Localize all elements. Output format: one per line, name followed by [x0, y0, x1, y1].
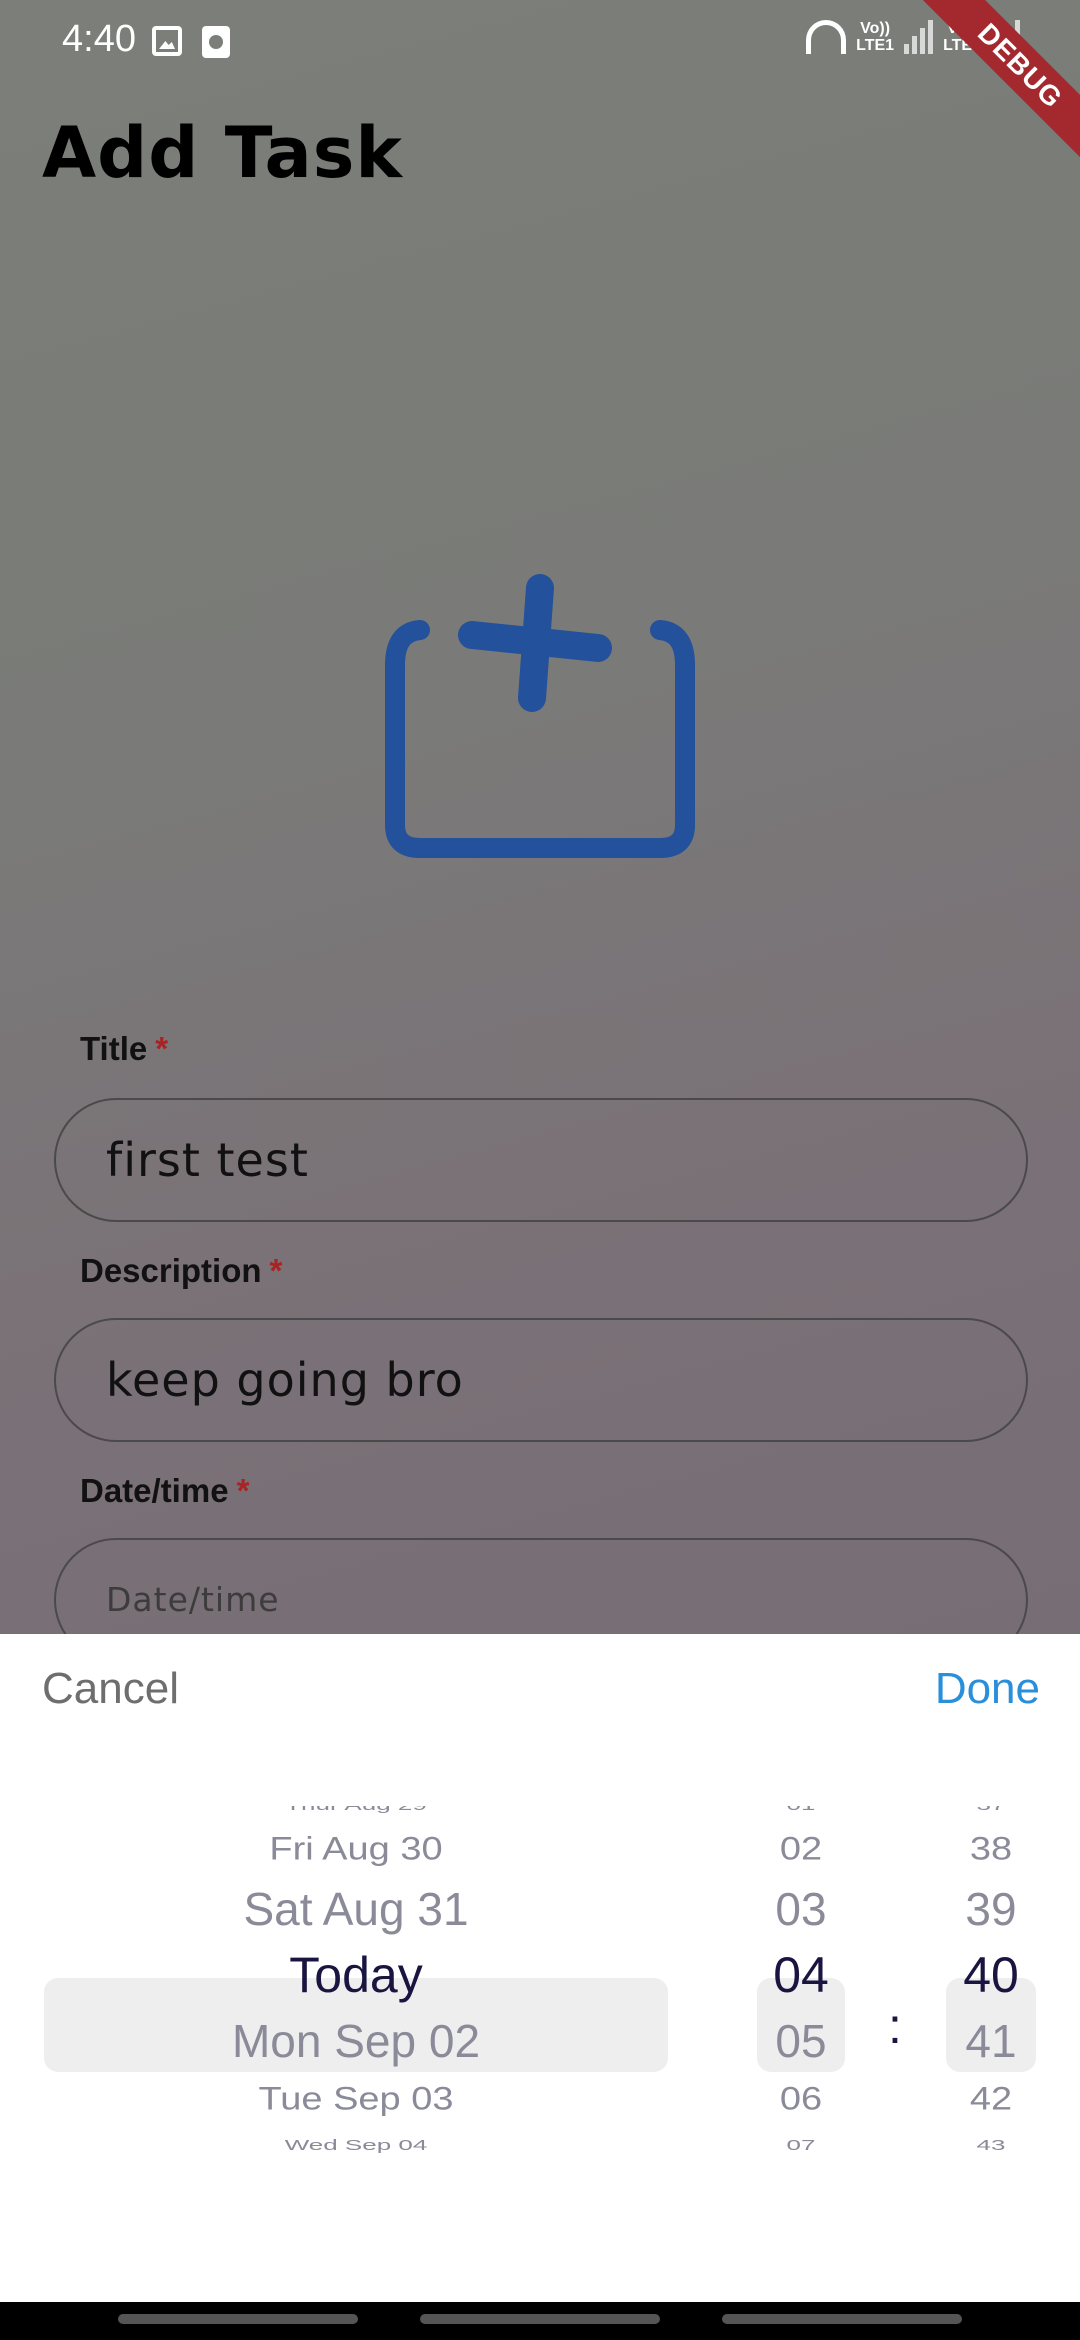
date-option[interactable]: Mon Sep 02	[44, 2014, 668, 2068]
datetime-picker-sheet: Cancel Done Thur Aug 29 Fri Aug 30 Sat Aug…	[0, 1634, 1080, 2302]
sim1-indicator: Vo)) LTE1	[856, 20, 894, 54]
add-task-screen: 4:40 Vo))LTE1 Vo))LTE2 DEBUG Add Task Ti…	[0, 0, 1080, 1634]
datetime-label-text: Date/time	[80, 1472, 229, 1509]
hour-option[interactable]: 07	[742, 2137, 860, 2154]
hour-wheel[interactable]: 01 02 03 04 05 06 07	[742, 1806, 860, 2236]
status-bar: 4:40 Vo))LTE1 Vo))LTE2 DEBUG	[0, 0, 1080, 174]
date-option[interactable]: Today	[44, 1946, 668, 2004]
minute-option[interactable]: 42	[931, 2081, 1051, 2118]
date-option[interactable]: Fri Aug 30	[44, 1831, 668, 1868]
navigation-bar	[0, 2302, 1080, 2340]
hour-option[interactable]: 02	[742, 1831, 860, 1868]
sim1-label: LTE1	[856, 37, 895, 54]
required-mark: *	[236, 1472, 250, 1509]
minute-wheel[interactable]: 37 38 39 40 41 42 43	[931, 1806, 1051, 2236]
minute-option[interactable]: 43	[931, 2137, 1051, 2154]
title-input[interactable]: first test	[54, 1098, 1028, 1222]
hour-option[interactable]: 01	[742, 1806, 860, 1814]
title-label: Title *	[80, 1030, 168, 1068]
cancel-button[interactable]: Cancel	[42, 1664, 179, 1714]
volte-label: Vo))	[860, 20, 891, 37]
page-title: Add Task	[42, 112, 403, 194]
add-task-icon	[385, 574, 695, 858]
hour-option[interactable]: 04	[742, 1946, 860, 2004]
nav-handle[interactable]	[118, 2314, 358, 2324]
nav-handle[interactable]	[722, 2314, 962, 2324]
done-button[interactable]: Done	[935, 1664, 1040, 1714]
title-label-text: Title	[80, 1030, 148, 1067]
required-mark: *	[269, 1252, 283, 1289]
date-option[interactable]: Tue Sep 03	[44, 2081, 668, 2118]
minute-option[interactable]: 38	[931, 1831, 1051, 1868]
signal-icon	[904, 20, 934, 54]
description-input[interactable]: keep going bro	[54, 1318, 1028, 1442]
description-label: Description *	[80, 1252, 282, 1290]
minute-option[interactable]: 40	[931, 1946, 1051, 2004]
minute-option[interactable]: 37	[931, 1806, 1051, 1814]
nav-handle[interactable]	[420, 2314, 660, 2324]
datetime-label: Date/time *	[80, 1472, 249, 1510]
date-option[interactable]: Thur Aug 29	[44, 1806, 668, 1814]
description-label-text: Description	[80, 1252, 262, 1289]
wifi-icon	[806, 20, 847, 54]
minute-option[interactable]: 39	[931, 1882, 1051, 1936]
date-option[interactable]: Sat Aug 31	[44, 1882, 668, 1936]
hour-option[interactable]: 05	[742, 2014, 860, 2068]
clock-notification-icon	[202, 26, 230, 58]
status-time: 4:40	[62, 18, 136, 60]
date-wheel[interactable]: Thur Aug 29 Fri Aug 30 Sat Aug 31 Today Mon …	[44, 1806, 668, 2236]
hour-option[interactable]: 06	[742, 2081, 860, 2118]
datetime-input[interactable]: Date/time	[54, 1538, 1028, 1634]
gallery-notification-icon	[152, 26, 182, 56]
date-option[interactable]: Wed Sep 04	[44, 2137, 668, 2154]
time-separator: :	[888, 1998, 902, 2054]
hour-option[interactable]: 03	[742, 1882, 860, 1936]
minute-option[interactable]: 41	[931, 2014, 1051, 2068]
required-mark: *	[155, 1030, 169, 1067]
